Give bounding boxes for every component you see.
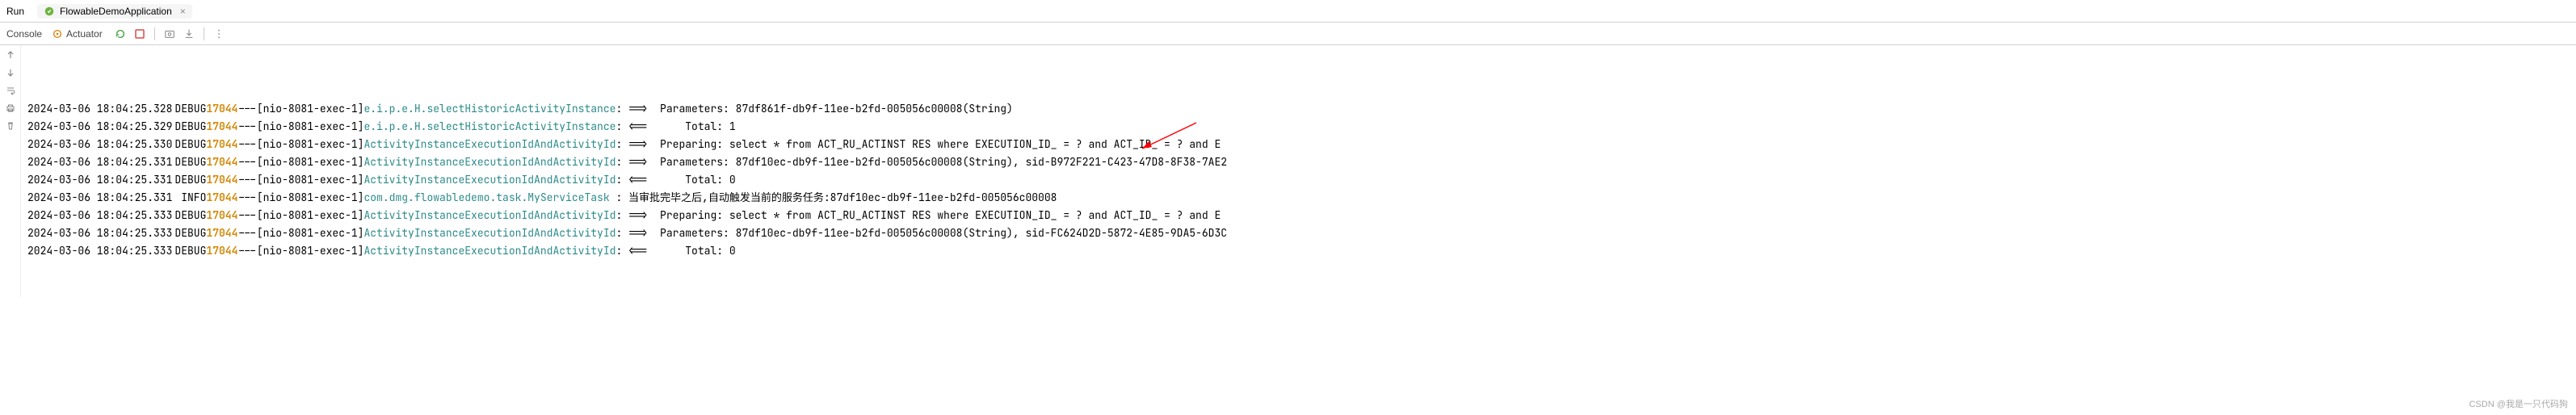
log-thread: [nio-8081-exec-1] <box>257 189 364 207</box>
log-message: : ==> Parameters: 87df861f-db9f-11ee-b2f… <box>616 100 1012 118</box>
actuator-label: Actuator <box>66 28 103 40</box>
log-line: 2024-03-06 18:04:25.328 DEBUG 17044 --- … <box>27 100 2570 118</box>
actuator-icon <box>52 28 63 40</box>
log-logger: ActivityInstanceExecutionIdAndActivityId <box>363 153 616 171</box>
log-timestamp: 2024-03-06 18:04:25.333 <box>27 224 172 242</box>
log-logger: ActivityInstanceExecutionIdAndActivityId <box>363 171 616 189</box>
log-sep: --- <box>237 153 256 171</box>
left-gutter <box>0 45 21 297</box>
log-message: : <== Total: 1 <box>616 118 735 136</box>
log-sep: --- <box>237 171 256 189</box>
log-level: DEBUG <box>172 224 206 242</box>
log-message: : <== Total: 0 <box>616 242 735 260</box>
content-area: 2024-03-06 18:04:25.328 DEBUG 17044 --- … <box>0 45 2576 297</box>
log-logger: ActivityInstanceExecutionIdAndActivityId <box>363 207 616 224</box>
log-timestamp: 2024-03-06 18:04:25.330 <box>27 136 172 153</box>
log-message: : ==> Preparing: select * from ACT_RU_AC… <box>616 136 1221 153</box>
log-line: 2024-03-06 18:04:25.333 DEBUG 17044 --- … <box>27 207 2570 224</box>
console-toolbar: Console Actuator <box>0 23 2576 45</box>
actuator-tab[interactable]: Actuator <box>52 28 103 40</box>
log-line: 2024-03-06 18:04:25.331 INFO 17044 --- [… <box>27 189 2570 207</box>
log-level: DEBUG <box>172 136 206 153</box>
log-line: 2024-03-06 18:04:25.329 DEBUG 17044 --- … <box>27 118 2570 136</box>
log-thread: [nio-8081-exec-1] <box>257 171 364 189</box>
screenshot-button[interactable] <box>162 26 178 42</box>
log-timestamp: 2024-03-06 18:04:25.333 <box>27 242 172 260</box>
log-pid: 17044 <box>206 100 237 118</box>
log-line: 2024-03-06 18:04:25.331 DEBUG 17044 --- … <box>27 153 2570 171</box>
log-level: DEBUG <box>172 207 206 224</box>
watermark: CSDN @我是一只代码狗 <box>2469 397 2568 410</box>
log-sep: --- <box>237 242 256 260</box>
trash-icon[interactable] <box>4 119 17 132</box>
log-message: : 当审批完毕之后,自动触发当前的服务任务:87df10ec-db9f-11ee… <box>616 189 1057 207</box>
log-thread: [nio-8081-exec-1] <box>257 118 364 136</box>
log-timestamp: 2024-03-06 18:04:25.331 <box>27 171 172 189</box>
log-sep: --- <box>237 207 256 224</box>
log-level: DEBUG <box>172 153 206 171</box>
log-level: DEBUG <box>172 242 206 260</box>
log-pid: 17044 <box>206 118 237 136</box>
print-icon[interactable] <box>4 102 17 115</box>
log-sep: --- <box>237 136 256 153</box>
log-message: : ==> Parameters: 87df10ec-db9f-11ee-b2f… <box>616 224 1227 242</box>
log-line: 2024-03-06 18:04:25.333 DEBUG 17044 --- … <box>27 224 2570 242</box>
scroll-down-icon[interactable] <box>4 66 17 79</box>
log-pid: 17044 <box>206 171 237 189</box>
log-level: INFO <box>172 189 206 207</box>
log-thread: [nio-8081-exec-1] <box>257 224 364 242</box>
log-logger: e.i.p.e.H.selectHistoricActivityInstance <box>363 100 616 118</box>
log-level: DEBUG <box>172 171 206 189</box>
log-sep: --- <box>237 224 256 242</box>
log-thread: [nio-8081-exec-1] <box>257 136 364 153</box>
log-thread: [nio-8081-exec-1] <box>257 153 364 171</box>
console-output[interactable]: 2024-03-06 18:04:25.328 DEBUG 17044 --- … <box>21 45 2576 297</box>
log-thread: [nio-8081-exec-1] <box>257 242 364 260</box>
log-timestamp: 2024-03-06 18:04:25.333 <box>27 207 172 224</box>
log-pid: 17044 <box>206 153 237 171</box>
export-button[interactable] <box>181 26 197 42</box>
log-line: 2024-03-06 18:04:25.331 DEBUG 17044 --- … <box>27 171 2570 189</box>
log-timestamp: 2024-03-06 18:04:25.329 <box>27 118 172 136</box>
toolbar-separator <box>154 27 155 40</box>
log-logger: ActivityInstanceExecutionIdAndActivityId <box>363 224 616 242</box>
close-tab-icon[interactable]: × <box>180 6 186 17</box>
log-line: 2024-03-06 18:04:25.330 DEBUG 17044 --- … <box>27 136 2570 153</box>
log-line: 2024-03-06 18:04:25.333 DEBUG 17044 --- … <box>27 242 2570 260</box>
log-pid: 17044 <box>206 207 237 224</box>
run-config-tab-label: FlowableDemoApplication <box>60 6 172 17</box>
console-tab[interactable]: Console <box>6 28 42 40</box>
run-tool-label: Run <box>6 6 24 17</box>
log-thread: [nio-8081-exec-1] <box>257 207 364 224</box>
log-pid: 17044 <box>206 136 237 153</box>
stop-button[interactable] <box>132 26 148 42</box>
log-sep: --- <box>237 100 256 118</box>
log-thread: [nio-8081-exec-1] <box>257 100 364 118</box>
spring-boot-icon <box>44 6 55 17</box>
log-logger: e.i.p.e.H.selectHistoricActivityInstance <box>363 118 616 136</box>
log-message: : <== Total: 0 <box>616 171 735 189</box>
log-pid: 17044 <box>206 224 237 242</box>
log-sep: --- <box>237 118 256 136</box>
log-timestamp: 2024-03-06 18:04:25.331 <box>27 153 172 171</box>
log-level: DEBUG <box>172 100 206 118</box>
log-logger: ActivityInstanceExecutionIdAndActivityId <box>363 242 616 260</box>
log-timestamp: 2024-03-06 18:04:25.328 <box>27 100 172 118</box>
log-level: DEBUG <box>172 118 206 136</box>
run-config-tab[interactable]: FlowableDemoApplication × <box>37 4 192 19</box>
rerun-button[interactable] <box>112 26 128 42</box>
log-timestamp: 2024-03-06 18:04:25.331 <box>27 189 172 207</box>
log-logger: ActivityInstanceExecutionIdAndActivityId <box>363 136 616 153</box>
log-logger: com.dmg.flowabledemo.task.MyServiceTask <box>363 189 616 207</box>
log-pid: 17044 <box>206 189 237 207</box>
log-pid: 17044 <box>206 242 237 260</box>
run-tab-bar: Run FlowableDemoApplication × <box>0 0 2576 23</box>
soft-wrap-icon[interactable] <box>4 84 17 97</box>
scroll-up-icon[interactable] <box>4 48 17 61</box>
log-sep: --- <box>237 189 256 207</box>
log-message: : ==> Preparing: select * from ACT_RU_AC… <box>616 207 1221 224</box>
log-message: : ==> Parameters: 87df10ec-db9f-11ee-b2f… <box>616 153 1227 171</box>
more-actions-button[interactable] <box>211 26 227 42</box>
